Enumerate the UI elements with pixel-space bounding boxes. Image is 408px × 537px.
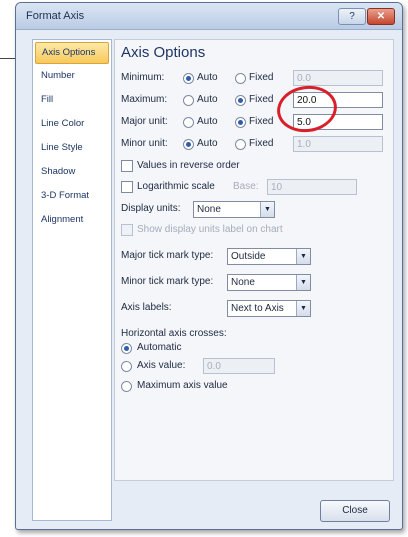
nav-item-axis-options[interactable]: Axis Options [35,42,109,64]
nav-item-alignment[interactable]: Alignment [33,208,111,232]
display-units-select[interactable]: None ▼ [193,201,275,218]
show-units-label-text: Show display units label on chart [137,224,283,235]
reverse-order-label: Values in reverse order [137,160,240,171]
maximum-auto-radio[interactable] [183,95,194,106]
minimum-fixed-label: Fixed [249,72,274,83]
minor-tick-select[interactable]: None ▼ [227,274,311,291]
close-button[interactable]: Close [320,500,390,522]
axis-options-panel: Axis Options Minimum: Auto Fixed 0.0 Max… [114,39,394,481]
maximum-auto-label: Auto [197,94,218,105]
nav-item-number[interactable]: Number [33,64,111,88]
minor-unit-label: Minor unit: [121,138,168,149]
chevron-down-icon: ▼ [296,249,310,264]
minimum-auto-radio[interactable] [183,73,194,84]
minor-unit-input[interactable]: 1.0 [293,136,383,152]
crosses-axis-value-label: Axis value: [137,360,186,371]
crosses-maximum-label: Maximum axis value [137,380,228,391]
crosses-automatic-label: Automatic [137,342,182,353]
panel-title: Axis Options [121,44,206,61]
major-tick-row: Major tick mark type: Outside ▼ [121,248,389,266]
minor-unit-auto-label: Auto [197,138,218,149]
reverse-order-row: Values in reverse order [121,158,389,176]
major-unit-auto-radio[interactable] [183,117,194,128]
maximum-row: Maximum: Auto Fixed 20.0 [121,92,389,110]
chevron-down-icon: ▼ [296,275,310,290]
format-axis-dialog: Format Axis ? ✕ Axis Options Number Fill… [15,2,403,530]
crosses-automatic-row: Automatic [121,340,389,358]
display-units-value: None [197,204,221,215]
minor-tick-row: Minor tick mark type: None ▼ [121,274,389,292]
log-scale-label: Logarithmic scale [137,181,215,192]
major-unit-row: Major unit: Auto Fixed 5.0 [121,114,389,132]
axis-labels-value: Next to Axis [231,303,284,314]
horizontal-crosses-label: Horizontal axis crosses: [121,328,227,339]
axis-labels-label: Axis labels: [121,302,172,313]
crosses-axis-value-radio[interactable] [121,361,132,372]
log-base-input[interactable]: 10 [267,179,357,195]
log-scale-checkbox[interactable] [121,181,133,193]
crosses-maximum-radio[interactable] [121,381,132,392]
minimum-auto-label: Auto [197,72,218,83]
close-window-button[interactable]: ✕ [367,8,395,25]
show-units-label-row: Show display units label on chart [121,222,389,240]
display-units-label: Display units: [121,203,181,214]
axis-labels-row: Axis labels: Next to Axis ▼ [121,300,389,318]
crosses-axis-value-row: Axis value: 0.0 [121,358,389,376]
major-unit-label: Major unit: [121,116,168,127]
log-scale-row: Logarithmic scale Base: 10 [121,179,389,197]
nav-item-line-style[interactable]: Line Style [33,136,111,160]
display-units-row: Display units: None ▼ [121,201,389,219]
major-tick-value: Outside [231,251,266,262]
major-unit-fixed-radio[interactable] [235,117,246,128]
show-units-label-checkbox[interactable] [121,224,133,236]
minimum-input[interactable]: 0.0 [293,70,383,86]
minor-unit-fixed-label: Fixed [249,138,274,149]
minimum-row: Minimum: Auto Fixed 0.0 [121,70,389,88]
minor-unit-row: Minor unit: Auto Fixed 1.0 [121,136,389,154]
major-unit-fixed-label: Fixed [249,116,274,127]
chevron-down-icon: ▼ [296,301,310,316]
crosses-maximum-row: Maximum axis value [121,378,389,396]
major-unit-auto-label: Auto [197,116,218,127]
major-tick-select[interactable]: Outside ▼ [227,248,311,265]
major-tick-label: Major tick mark type: [121,250,214,261]
minimum-label: Minimum: [121,72,165,83]
nav-item-3d-format[interactable]: 3-D Format [33,184,111,208]
reverse-order-checkbox[interactable] [121,160,133,172]
nav-item-fill[interactable]: Fill [33,88,111,112]
title-bar: Format Axis ? ✕ [16,3,402,30]
minor-unit-auto-radio[interactable] [183,139,194,150]
window-title: Format Axis [26,10,85,22]
minor-tick-label: Minor tick mark type: [121,276,214,287]
maximum-fixed-radio[interactable] [235,95,246,106]
minor-unit-fixed-radio[interactable] [235,139,246,150]
minimum-fixed-radio[interactable] [235,73,246,84]
category-nav: Axis Options Number Fill Line Color Line… [32,39,112,521]
axis-labels-select[interactable]: Next to Axis ▼ [227,300,311,317]
help-button[interactable]: ? [338,8,366,25]
log-base-label: Base: [233,181,259,192]
crosses-axis-value-input[interactable]: 0.0 [203,358,275,374]
chevron-down-icon: ▼ [260,202,274,217]
maximum-fixed-label: Fixed [249,94,274,105]
nav-item-shadow[interactable]: Shadow [33,160,111,184]
minor-tick-value: None [231,277,255,288]
maximum-label: Maximum: [121,94,168,105]
nav-item-line-color[interactable]: Line Color [33,112,111,136]
crosses-automatic-radio[interactable] [121,343,132,354]
